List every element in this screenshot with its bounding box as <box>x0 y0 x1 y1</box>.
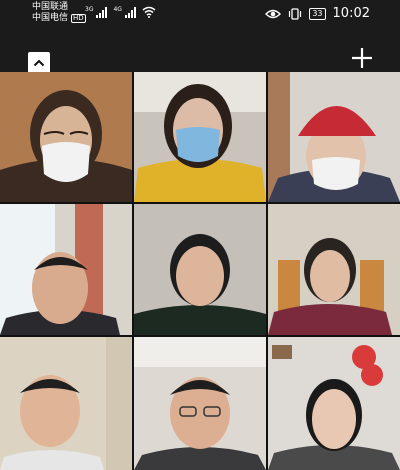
participant-tile[interactable] <box>268 72 400 202</box>
participant-tile[interactable] <box>268 204 400 335</box>
eye-icon <box>265 9 282 18</box>
participant-video <box>0 337 132 470</box>
participant-video <box>268 72 400 202</box>
participant-video <box>134 337 266 470</box>
collapse-button[interactable] <box>28 52 50 74</box>
participant-video <box>134 204 266 335</box>
signal-2-icon <box>124 7 136 18</box>
battery-indicator: 33 <box>309 7 326 20</box>
network-1-label: 3G <box>85 6 94 13</box>
signal-1-icon <box>96 7 108 18</box>
participant-tile[interactable] <box>134 337 266 470</box>
participant-tile[interactable] <box>0 72 132 202</box>
carrier-info: 中国联通 中国电信 HD <box>32 2 86 24</box>
participant-tile[interactable] <box>268 337 400 470</box>
meeting-toolbar <box>0 28 400 74</box>
network-2-label: 4G <box>113 6 122 13</box>
video-grid <box>0 72 400 470</box>
participant-video <box>268 337 400 470</box>
add-button[interactable] <box>350 46 374 70</box>
participant-tile[interactable] <box>134 72 266 202</box>
participant-video <box>0 72 132 202</box>
wifi-icon <box>142 6 156 18</box>
carrier-2-label: 中国电信 <box>32 13 69 23</box>
status-right: 33 10:02 <box>265 6 370 21</box>
vibrate-icon <box>289 7 302 20</box>
signal-indicators: 3G 4G <box>85 6 156 18</box>
clock: 10:02 <box>332 6 370 21</box>
status-bar: 中国联通 中国电信 HD 3G 4G 33 10:02 <box>0 0 400 28</box>
participant-video <box>0 204 132 335</box>
participant-video <box>134 72 266 202</box>
carrier-1-label: 中国联通 <box>32 2 69 12</box>
participant-tile[interactable] <box>0 204 132 335</box>
participant-tile[interactable] <box>0 337 132 470</box>
participant-video <box>268 204 400 335</box>
participant-tile[interactable] <box>134 204 266 335</box>
chevron-up-icon <box>33 59 45 67</box>
hd-badge: HD <box>71 14 86 23</box>
